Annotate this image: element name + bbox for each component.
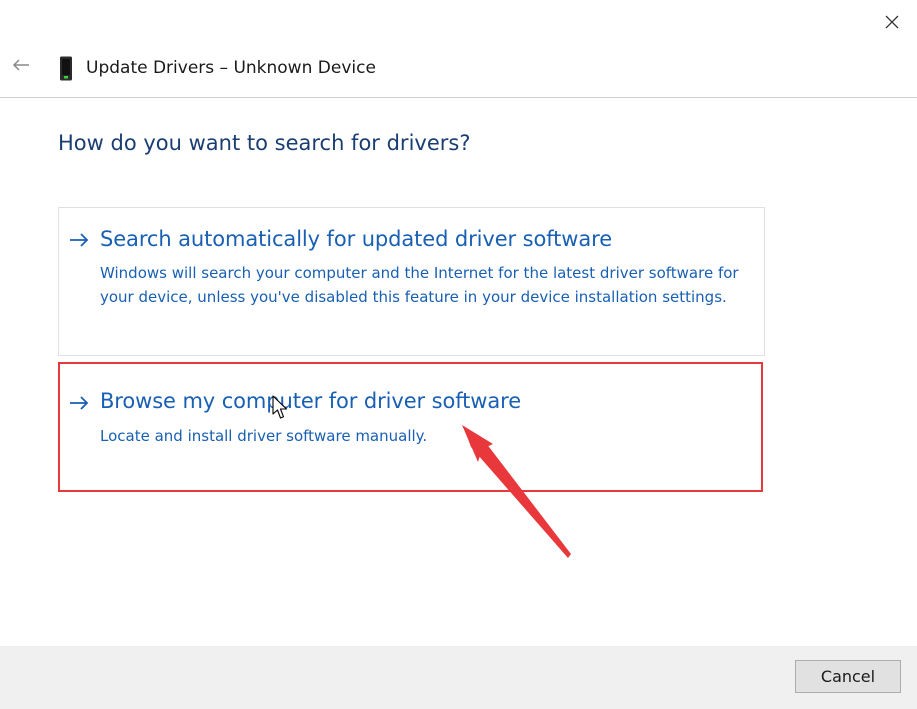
back-arrow-icon xyxy=(12,59,29,71)
option-title: Search automatically for updated driver … xyxy=(100,227,613,251)
device-icon xyxy=(60,56,72,81)
dialog-footer: Cancel xyxy=(0,646,917,709)
search-automatically-option[interactable]: Search automatically for updated driver … xyxy=(58,207,765,356)
page-heading: How do you want to search for drivers? xyxy=(58,131,471,155)
option-description: Locate and install driver software manua… xyxy=(100,427,428,445)
option-title: Browse my computer for driver software xyxy=(100,389,522,413)
close-icon xyxy=(885,15,899,29)
close-button[interactable] xyxy=(876,8,908,36)
dialog-header: Update Drivers – Unknown Device xyxy=(0,40,917,98)
option-description: Windows will search your computer and th… xyxy=(100,264,739,306)
right-arrow-icon xyxy=(70,396,89,410)
browse-computer-option[interactable]: Browse my computer for driver software L… xyxy=(58,362,763,492)
mouse-cursor-icon xyxy=(272,395,288,419)
back-button[interactable] xyxy=(8,52,34,78)
cancel-button[interactable]: Cancel xyxy=(795,660,901,693)
right-arrow-icon xyxy=(70,233,89,247)
window-title: Update Drivers – Unknown Device xyxy=(86,58,376,78)
